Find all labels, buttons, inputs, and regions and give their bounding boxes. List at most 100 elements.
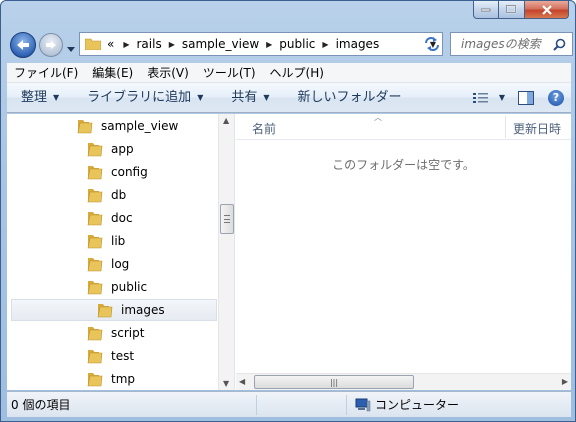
folder-icon xyxy=(85,38,101,50)
help-button[interactable]: ? xyxy=(541,86,571,110)
command-bar: 整理 ▼ ライブラリに追加 ▼ 共有 ▼ 新しいフォルダー ▼ ? xyxy=(7,83,571,113)
tree-item-images[interactable]: images xyxy=(11,299,217,321)
share-label: 共有 xyxy=(231,89,258,105)
status-location: コンピューター xyxy=(347,396,459,413)
breadcrumb-public[interactable]: public xyxy=(279,37,315,51)
tree-item-label: images xyxy=(121,303,165,317)
refresh-button[interactable] xyxy=(420,32,444,56)
tree-item-label: doc xyxy=(111,211,133,225)
tree-item-sample-view[interactable]: sample_view xyxy=(7,115,219,137)
breadcrumb-separator-icon[interactable]: ▶ xyxy=(266,40,272,49)
breadcrumb-images[interactable]: images xyxy=(336,37,380,51)
scroll-up-icon[interactable]: ▲ xyxy=(223,116,229,125)
tree-item-label: config xyxy=(111,165,148,179)
menu-edit[interactable]: 編集(E) xyxy=(85,63,140,83)
scroll-thumb[interactable]: ||| xyxy=(254,375,414,389)
breadcrumb-sample-view[interactable]: sample_view xyxy=(182,37,259,51)
breadcrumb-separator-icon[interactable]: ▶ xyxy=(169,40,175,49)
tree-item-test[interactable]: test xyxy=(7,345,219,367)
forward-button[interactable] xyxy=(39,33,63,57)
folder-icon xyxy=(77,120,93,134)
tree-item-label: log xyxy=(111,257,130,271)
search-input[interactable] xyxy=(461,37,551,51)
empty-folder-message: このフォルダーは空です。 xyxy=(332,158,475,172)
column-date-modified[interactable]: 更新日時 xyxy=(513,120,561,137)
tree-item-doc[interactable]: doc xyxy=(7,207,219,229)
tree-item-db[interactable]: db xyxy=(7,184,219,206)
tree-item-label: tmp xyxy=(111,372,136,386)
file-horizontal-scrollbar[interactable]: ◀ ||| ▶ xyxy=(236,373,571,390)
menu-help[interactable]: ヘルプ(H) xyxy=(263,63,331,83)
tree-item-config[interactable]: config xyxy=(7,161,219,183)
column-divider[interactable] xyxy=(505,116,506,138)
breadcrumb-separator-icon[interactable]: ▶ xyxy=(123,40,129,49)
address-bar[interactable]: « ▶ rails ▶ sample_view ▶ public ▶ image… xyxy=(79,32,443,56)
chevron-down-icon: ▼ xyxy=(197,92,204,102)
back-button[interactable] xyxy=(10,32,36,58)
scroll-right-icon[interactable]: ▶ xyxy=(562,377,568,386)
scroll-down-icon[interactable]: ▼ xyxy=(223,379,229,388)
recent-pages-dropdown[interactable] xyxy=(67,41,75,55)
computer-label: コンピューター xyxy=(375,398,460,412)
scroll-left-icon[interactable]: ◀ xyxy=(239,377,245,386)
folder-icon xyxy=(87,258,103,272)
close-button[interactable] xyxy=(525,1,569,19)
tree-item-label: test xyxy=(111,349,135,363)
maximize-button[interactable] xyxy=(499,1,525,19)
breadcrumb-separator-icon[interactable]: ▶ xyxy=(322,40,328,49)
menu-file[interactable]: ファイル(F) xyxy=(7,63,85,83)
folder-icon xyxy=(97,304,113,318)
file-list-pane: ︿ 名前 更新日時 このフォルダーは空です。 ◀ ||| ▶ xyxy=(236,113,571,390)
tree-item-app[interactable]: app xyxy=(7,138,219,160)
back-arrow-icon xyxy=(17,40,29,50)
status-bar: 0 個の項目 コンピューター xyxy=(7,391,571,417)
view-controls: ▼ ? xyxy=(467,86,571,110)
tree-item-label: script xyxy=(111,326,145,340)
preview-pane-button[interactable] xyxy=(511,86,541,110)
folder-icon xyxy=(87,212,103,226)
details-view-icon xyxy=(472,92,488,103)
content-area: sample_viewapp config db doc lib log public ima… xyxy=(7,113,571,390)
menu-tools[interactable]: ツール(T) xyxy=(196,63,263,83)
menu-view[interactable]: 表示(V) xyxy=(140,63,196,83)
change-view-button[interactable]: ▼ xyxy=(467,86,511,110)
breadcrumb-overflow[interactable]: « xyxy=(107,37,114,51)
organize-label: 整理 xyxy=(21,89,48,105)
explorer-window: « ▶ rails ▶ sample_view ▶ public ▶ image… xyxy=(0,0,576,422)
preview-pane-icon xyxy=(518,90,534,105)
breadcrumb-rails[interactable]: rails xyxy=(137,37,162,51)
tree-item-tmp[interactable]: tmp xyxy=(7,368,219,390)
tree-item-label: public xyxy=(111,280,148,294)
search-icon[interactable] xyxy=(553,38,566,51)
nav-vertical-scrollbar[interactable]: ▲ ▼ xyxy=(218,114,234,390)
tree-item-log[interactable]: log xyxy=(7,253,219,275)
share-button[interactable]: 共有 ▼ xyxy=(213,86,279,110)
computer-icon xyxy=(355,398,371,411)
folder-icon xyxy=(87,373,103,387)
tree-item-lib[interactable]: lib xyxy=(7,230,219,252)
folder-icon xyxy=(87,235,103,249)
add-to-library-button[interactable]: ライブラリに追加 ▼ xyxy=(69,86,213,110)
folder-icon xyxy=(87,327,103,341)
tree-item-public[interactable]: public xyxy=(7,276,219,298)
folder-icon xyxy=(87,143,103,157)
minimize-button[interactable] xyxy=(473,1,499,19)
help-icon: ? xyxy=(548,89,564,106)
new-folder-button[interactable]: 新しいフォルダー xyxy=(280,86,412,110)
add-to-library-label: ライブラリに追加 xyxy=(87,89,192,105)
caption-buttons xyxy=(473,1,569,19)
folder-icon xyxy=(87,189,103,203)
breadcrumb: « ▶ rails ▶ sample_view ▶ public ▶ image… xyxy=(107,37,379,51)
tree-item-label: lib xyxy=(111,234,126,248)
column-name[interactable]: 名前 xyxy=(252,120,276,137)
tree-item-label: app xyxy=(111,142,134,156)
search-box[interactable] xyxy=(450,32,573,56)
item-count: 0 個の項目 xyxy=(7,394,257,415)
scroll-thumb[interactable] xyxy=(220,204,234,234)
tree-item-script[interactable]: script xyxy=(7,322,219,344)
refresh-icon xyxy=(425,37,439,51)
menu-bar: ファイル(F) 編集(E) 表示(V) ツール(T) ヘルプ(H) xyxy=(7,63,571,83)
tree-item-label: db xyxy=(111,188,127,202)
column-header: ︿ 名前 更新日時 xyxy=(236,113,571,140)
organize-button[interactable]: 整理 ▼ xyxy=(7,86,69,110)
